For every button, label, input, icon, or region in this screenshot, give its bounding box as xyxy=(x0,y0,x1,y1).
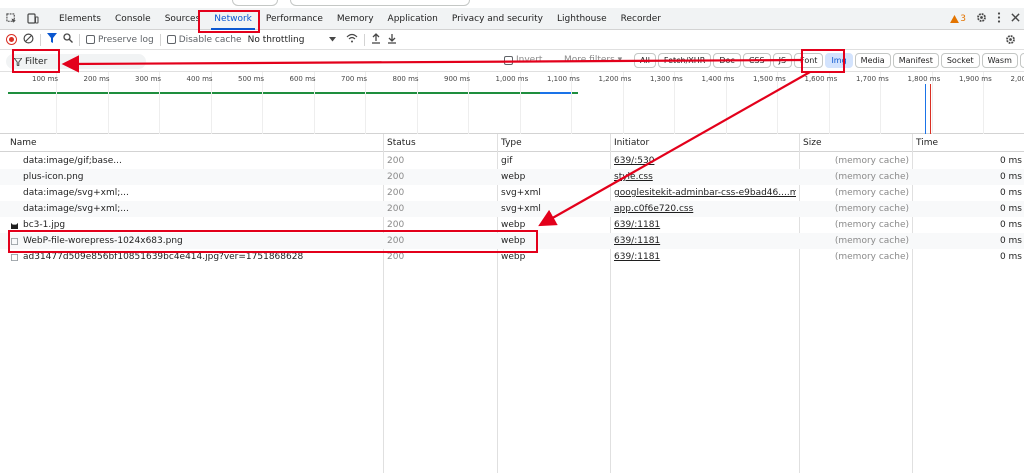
annotation-arrow-to-filter xyxy=(61,55,803,73)
annotation-arrow-to-row xyxy=(538,71,811,227)
annotation-arrows xyxy=(61,55,811,227)
